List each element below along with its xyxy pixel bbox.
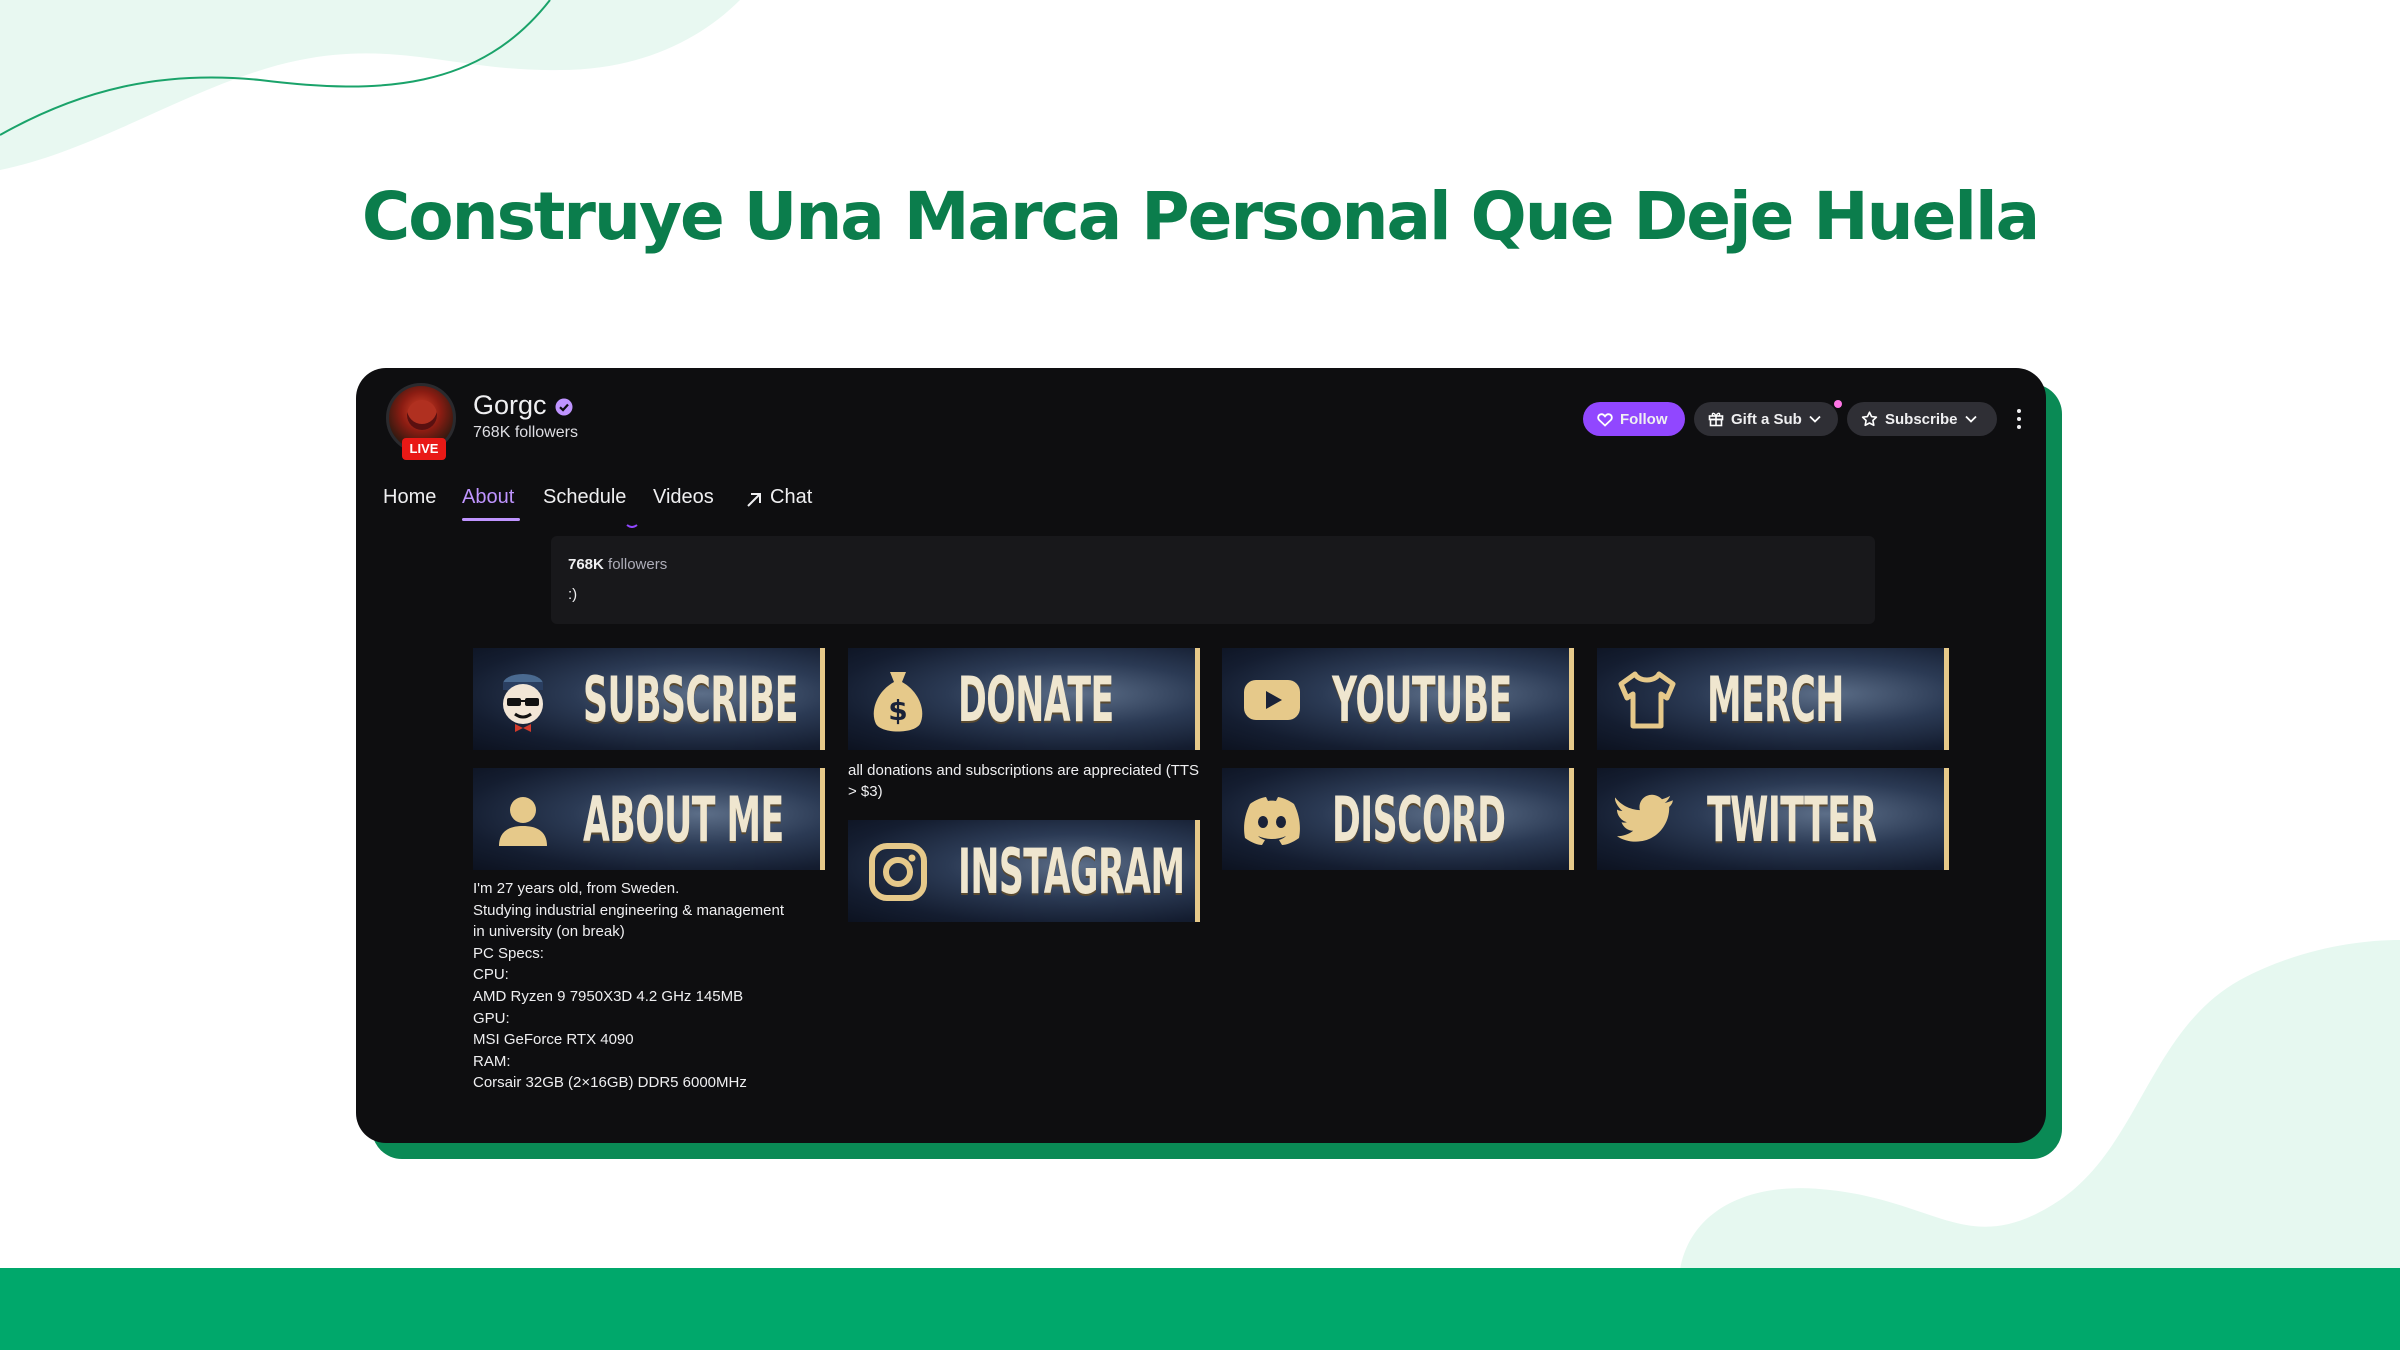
panel-subscribe-label: SUBSCRIBE [583, 662, 799, 736]
gift-sub-button[interactable]: Gift a Sub [1694, 402, 1838, 436]
panel-gold-edge [1944, 648, 1949, 750]
about-line: AMD Ryzen 9 7950X3D 4.2 GHz 145MB [473, 987, 744, 1005]
panel-about-me-label: ABOUT ME [583, 782, 784, 856]
about-followers-word: followers [608, 556, 668, 573]
avatar-face [407, 400, 437, 430]
t-shirt-icon [1618, 671, 1676, 729]
verified-badge-icon [555, 398, 573, 416]
discord-icon [1244, 797, 1300, 845]
panel-gold-edge [1944, 768, 1949, 870]
panel-gold-edge [1569, 768, 1574, 870]
gift-icon [1708, 412, 1724, 427]
about-line: PC Specs: [473, 944, 544, 962]
subscribe-label: Subscribe [1885, 410, 1958, 428]
tab-home[interactable]: Home [383, 486, 436, 509]
tab-schedule[interactable]: Schedule [543, 486, 626, 509]
about-line: I'm 27 years old, from Sweden. [473, 880, 680, 897]
page-headline: Construye Una Marca Personal Que Deje Hu… [361, 178, 2040, 255]
youtube-icon [1244, 680, 1300, 720]
panel-donate[interactable]: $ DONATE [848, 648, 1200, 750]
panel-gold-edge [1569, 648, 1574, 750]
about-line: CPU: [473, 966, 509, 984]
chevron-down-icon [1809, 415, 1821, 423]
follow-button[interactable]: Follow [1583, 402, 1685, 436]
notification-dot [1834, 400, 1842, 408]
tab-videos[interactable]: Videos [653, 486, 714, 509]
heart-icon [1597, 412, 1613, 427]
gift-sub-label: Gift a Sub [1731, 410, 1802, 428]
about-info-box: 768K followers :) [551, 536, 1875, 624]
panel-gold-edge [1195, 648, 1200, 750]
twitter-bird-icon [1614, 794, 1673, 842]
tab-about[interactable]: About [462, 486, 514, 509]
user-icon [499, 797, 547, 846]
tab-chat[interactable]: Chat [770, 486, 812, 509]
about-bio: :) [568, 586, 578, 603]
panel-merch[interactable]: MERCH [1597, 648, 1949, 750]
more-options-icon[interactable] [2014, 406, 2024, 432]
about-line: RAM: [473, 1052, 511, 1070]
star-icon [1861, 411, 1878, 427]
decorative-wave-top-left [0, 0, 740, 170]
scrolled-content-fragment [626, 524, 638, 528]
panel-about-me[interactable]: ABOUT ME [473, 768, 825, 870]
panel-discord[interactable]: DISCORD [1222, 768, 1574, 870]
about-line: GPU: [473, 1009, 510, 1027]
about-line: Corsair 32GB (2×16GB) DDR5 6000MHz [473, 1074, 747, 1092]
panel-twitter[interactable]: TWITTER [1597, 768, 1949, 870]
about-line: Studying industrial engineering & manage… [473, 901, 785, 919]
channel-name[interactable]: Gorgc [473, 390, 547, 421]
svg-text:$: $ [888, 694, 907, 727]
panel-subscribe[interactable]: SUBSCRIBE [473, 648, 825, 750]
about-followers-count: 768K [568, 556, 604, 573]
external-arrow-icon[interactable] [744, 490, 764, 510]
panel-youtube-label: YOUTUBE [1332, 662, 1512, 736]
about-line: in university (on break) [473, 923, 625, 941]
panel-merch-label: MERCH [1707, 662, 1844, 736]
about-followers: 768K followers [568, 556, 667, 573]
follow-label: Follow [1620, 410, 1668, 428]
follower-count: 768K followers [473, 424, 578, 441]
panel-twitter-label: TWITTER [1707, 782, 1877, 856]
subscribe-button[interactable]: Subscribe [1847, 402, 1997, 436]
live-badge: LIVE [402, 438, 446, 460]
panel-gold-edge [820, 768, 825, 870]
panel-youtube[interactable]: YOUTUBE [1222, 648, 1574, 750]
mascot-sunglasses-icon [503, 674, 543, 732]
instagram-icon [869, 843, 927, 901]
about-line: MSI GeForce RTX 4090 [473, 1031, 634, 1049]
panel-gold-edge [820, 648, 825, 750]
money-bag-icon: $ [873, 672, 923, 732]
chevron-down-icon [1964, 415, 1977, 423]
panel-discord-label: DISCORD [1332, 782, 1506, 856]
donate-description: all donations and subscriptions are appr… [848, 762, 1200, 800]
panel-instagram-label: INSTAGRAM [958, 834, 1185, 908]
active-tab-indicator [462, 518, 520, 521]
twitch-channel-screenshot: LIVE Gorgc 768K followers Follow Gift a … [356, 368, 2046, 1143]
panel-instagram[interactable]: INSTAGRAM [848, 820, 1200, 922]
bottom-brand-band [0, 1268, 2400, 1350]
panel-gold-edge [1195, 820, 1200, 922]
panel-donate-label: DONATE [958, 662, 1114, 736]
about-me-description: I'm 27 years old, from Sweden. Studying … [473, 878, 833, 1094]
